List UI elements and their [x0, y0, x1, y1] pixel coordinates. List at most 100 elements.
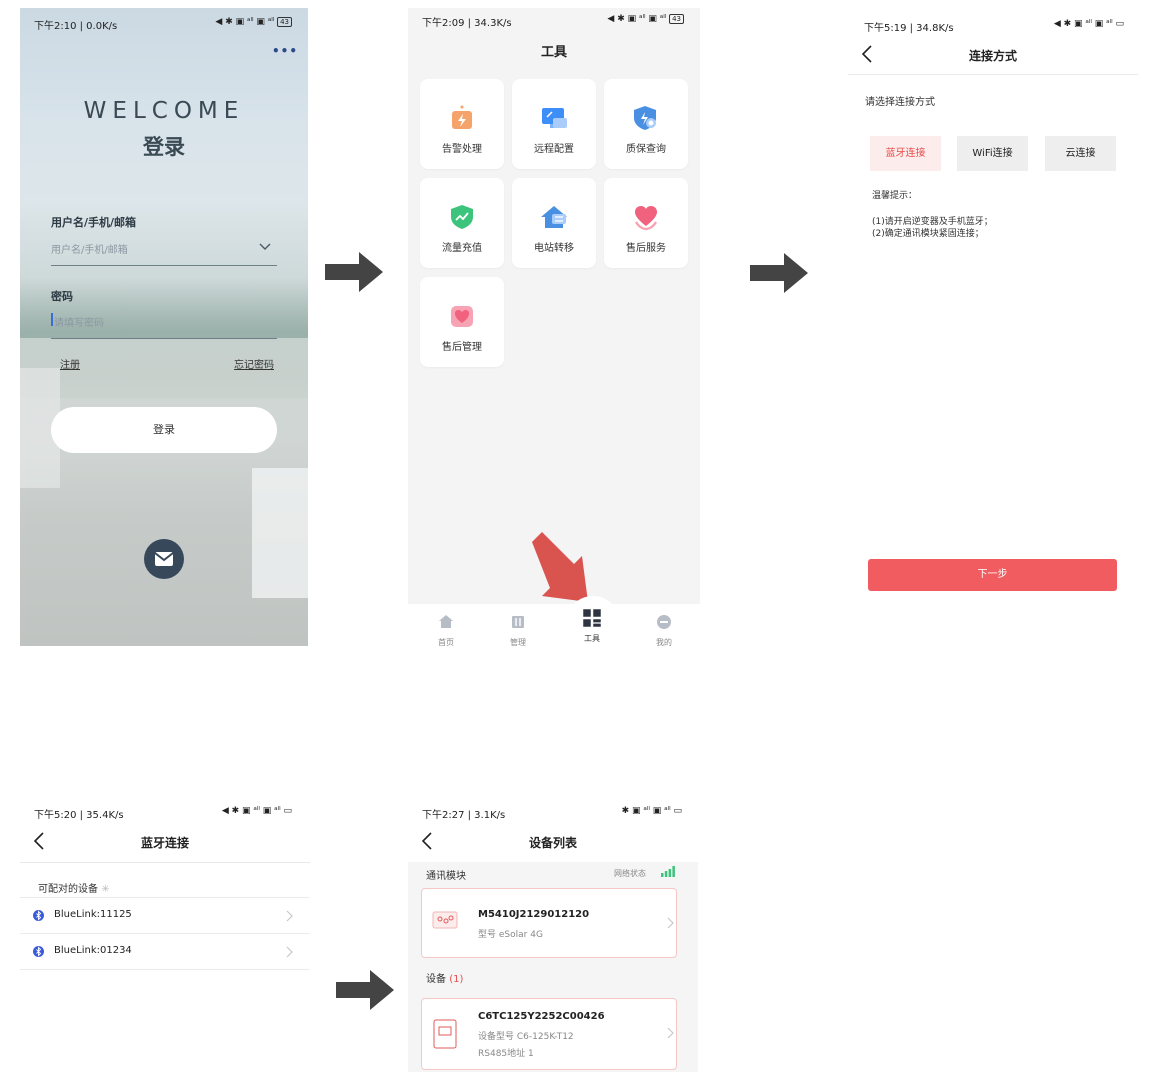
status-bar-time: 下午2:27 | 3.1K/s	[422, 810, 506, 821]
password-underline	[51, 338, 277, 339]
device-row[interactable]: BlueLink:11125	[20, 898, 310, 934]
device-card[interactable]: C6TC125Y2252C00426 设备型号 C6-125K-T12 RS48…	[421, 998, 677, 1070]
battery-indicator: 43	[277, 17, 292, 27]
page-title: 设备列表	[528, 836, 577, 850]
signal-strength-icon	[661, 866, 675, 877]
device-model-label: 设备型号	[478, 1032, 515, 1042]
module-card[interactable]: M5410J2129012120 型号 eSolar 4G	[421, 888, 677, 958]
arrow-right-icon	[325, 252, 383, 292]
next-step-button[interactable]: 下一步	[868, 559, 1117, 591]
tool-after-sales[interactable]: 售后服务	[604, 178, 688, 268]
tool-alarm[interactable]: 告警处理	[420, 79, 504, 169]
mail-icon	[154, 552, 174, 566]
tool-label: 电站转移	[534, 243, 574, 254]
page-title: 登录	[143, 135, 185, 159]
status-bar-icons: ◀ ✱ ▣ ᵃˡˡ ▣ ᵃˡˡ ▭	[1053, 19, 1124, 29]
tool-warranty[interactable]: 质保查询	[604, 79, 688, 169]
rs485-value: 1	[528, 1049, 534, 1059]
chevron-right-icon	[667, 917, 674, 929]
tool-label: 售后管理	[442, 342, 482, 353]
device-model: 设备型号 C6-125K-T12	[478, 1029, 574, 1042]
device-section-title: 设备 (1)	[426, 970, 463, 985]
tool-label: 流量充值	[442, 243, 482, 254]
tab-profile[interactable]: 我的	[644, 614, 684, 648]
arrow-right-icon	[750, 253, 808, 293]
password-input[interactable]: 请填写密码	[54, 314, 104, 329]
tool-after-sales-manage[interactable]: 售后管理	[420, 277, 504, 367]
tool-data-topup[interactable]: 流量充值	[420, 178, 504, 268]
comm-section-title: 通讯模块	[426, 871, 466, 882]
device-list-screen: 下午2:27 | 3.1K/s ✱ ▣ ᵃˡˡ ▣ ᵃˡˡ ▭ 设备列表 通讯模…	[408, 800, 698, 1072]
tool-label: 远程配置	[534, 144, 574, 155]
chevron-right-icon	[667, 1027, 674, 1039]
device-model-value: C6-125K-T12	[516, 1032, 574, 1042]
tool-remote-config[interactable]: 远程配置	[512, 79, 596, 169]
status-bar-time: 下午5:19 | 34.8K/s	[864, 23, 954, 34]
tool-plant-transfer[interactable]: 电站转移	[512, 178, 596, 268]
forgot-password-link[interactable]: 忘记密码	[234, 356, 274, 371]
inverter-icon	[433, 1019, 457, 1049]
tool-label: 售后服务	[626, 243, 666, 254]
warranty-icon	[634, 106, 656, 130]
module-model-label: 型号	[478, 930, 497, 940]
after-sales-manage-icon	[451, 306, 473, 327]
loading-spinner-icon: ✳	[101, 884, 110, 895]
status-bar-icons: ◀ ✱ ▣ ᵃˡˡ ▣ ᵃˡˡ 43	[180, 17, 292, 27]
tips-title: 温馨提示：	[872, 191, 918, 201]
bluetooth-screen: 下午5:20 | 35.4K/s ◀ ✱ ▣ ᵃˡˡ ▣ ᵃˡˡ ▭ 蓝牙连接 …	[20, 800, 310, 980]
text-cursor	[51, 313, 53, 326]
tip-item: (2)确定通讯模块紧固连接；	[872, 229, 984, 239]
bluetooth-icon	[33, 946, 44, 957]
module-model-value: eSolar 4G	[498, 930, 543, 940]
bluetooth-icon	[33, 910, 44, 921]
tab-tools[interactable]: 工具	[572, 608, 612, 644]
status-bar-icons: ◀ ✱ ▣ ᵃˡˡ ▣ ᵃˡˡ 43	[572, 14, 684, 24]
username-label: 用户名/手机/邮箱	[51, 216, 137, 229]
arrow-right-icon	[336, 970, 394, 1010]
password-label: 密码	[51, 290, 73, 303]
login-button[interactable]: 登录	[51, 407, 277, 453]
bluetooth-option[interactable]: 蓝牙连接	[870, 136, 941, 171]
device-row[interactable]: BlueLink:01234	[20, 934, 310, 970]
alarm-icon	[452, 105, 472, 129]
device-name: BlueLink:11125	[54, 909, 132, 920]
section-label: 可配对的设备	[38, 884, 98, 895]
tab-label: 首页	[438, 638, 454, 647]
status-bar-icons: ◀ ✱ ▣ ᵃˡˡ ▣ ᵃˡˡ ▭	[221, 806, 292, 816]
device-name: C6TC125Y2252C00426	[478, 1011, 605, 1022]
data-topup-icon	[451, 205, 473, 229]
header-divider	[20, 862, 310, 863]
plant-transfer-icon	[541, 206, 567, 228]
cloud-option[interactable]: 云连接	[1045, 136, 1116, 171]
module-name: M5410J2129012120	[478, 909, 590, 920]
profile-icon	[657, 615, 671, 629]
chevron-right-icon	[286, 910, 293, 922]
status-bar-time: 下午2:09 | 34.3K/s	[422, 18, 512, 29]
register-link[interactable]: 注册	[60, 356, 80, 371]
comm-module-icon	[432, 911, 458, 929]
chevron-down-icon[interactable]	[258, 242, 272, 252]
username-underline	[51, 265, 277, 266]
module-model: 型号 eSolar 4G	[478, 927, 543, 940]
tool-label: 告警处理	[442, 144, 482, 155]
mail-button[interactable]	[144, 539, 184, 579]
welcome-heading: WELCOME	[83, 98, 245, 124]
battery-indicator: 43	[669, 14, 684, 24]
background-inverter	[252, 468, 308, 598]
network-status-label: 网络状态	[614, 869, 646, 878]
device-section-label: 设备	[426, 974, 446, 985]
manage-icon	[512, 616, 524, 628]
wifi-option[interactable]: WiFi连接	[957, 136, 1028, 171]
status-bar-icons: ✱ ▣ ᵃˡˡ ▣ ᵃˡˡ ▭	[621, 806, 682, 816]
tab-home[interactable]: 首页	[426, 614, 466, 648]
rs485-address: RS485地址 1	[478, 1046, 534, 1059]
section-title: 可配对的设备 ✳	[38, 880, 110, 895]
more-menu-icon[interactable]: •••	[272, 44, 298, 58]
username-input[interactable]: 用户名/手机/邮箱	[51, 241, 128, 256]
device-name: BlueLink:01234	[54, 945, 132, 956]
page-title: 连接方式	[968, 49, 1017, 63]
home-icon	[439, 615, 453, 628]
tab-label: 管理	[510, 638, 526, 647]
page-title: 工具	[540, 45, 567, 60]
tab-manage[interactable]: 管理	[498, 614, 538, 648]
